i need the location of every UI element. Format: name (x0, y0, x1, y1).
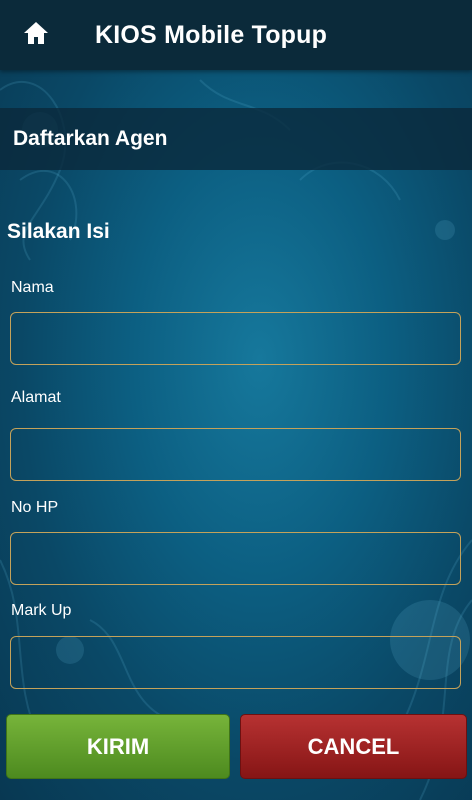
alamat-input[interactable] (10, 428, 461, 481)
nama-label: Nama (11, 279, 54, 296)
no-hp-input[interactable] (10, 532, 461, 585)
app-title: KIOS Mobile Topup (95, 21, 328, 49)
section-header: Daftarkan Agen (0, 108, 472, 170)
home-icon (22, 20, 50, 51)
app-bar: KIOS Mobile Topup (0, 0, 472, 70)
home-button[interactable] (18, 18, 54, 52)
alamat-label: Alamat (11, 389, 61, 406)
mark-up-label: Mark Up (11, 602, 72, 619)
no-hp-label: No HP (11, 499, 59, 516)
form-heading: Silakan Isi (7, 220, 110, 243)
mark-up-input[interactable] (10, 636, 461, 689)
cancel-button[interactable]: CANCEL (240, 714, 467, 779)
nama-input[interactable] (10, 312, 461, 365)
kirim-button[interactable]: KIRIM (6, 714, 230, 779)
screen: KIOS Mobile Topup Daftarkan Agen Silakan… (0, 0, 472, 800)
section-title: Daftarkan Agen (13, 127, 168, 150)
